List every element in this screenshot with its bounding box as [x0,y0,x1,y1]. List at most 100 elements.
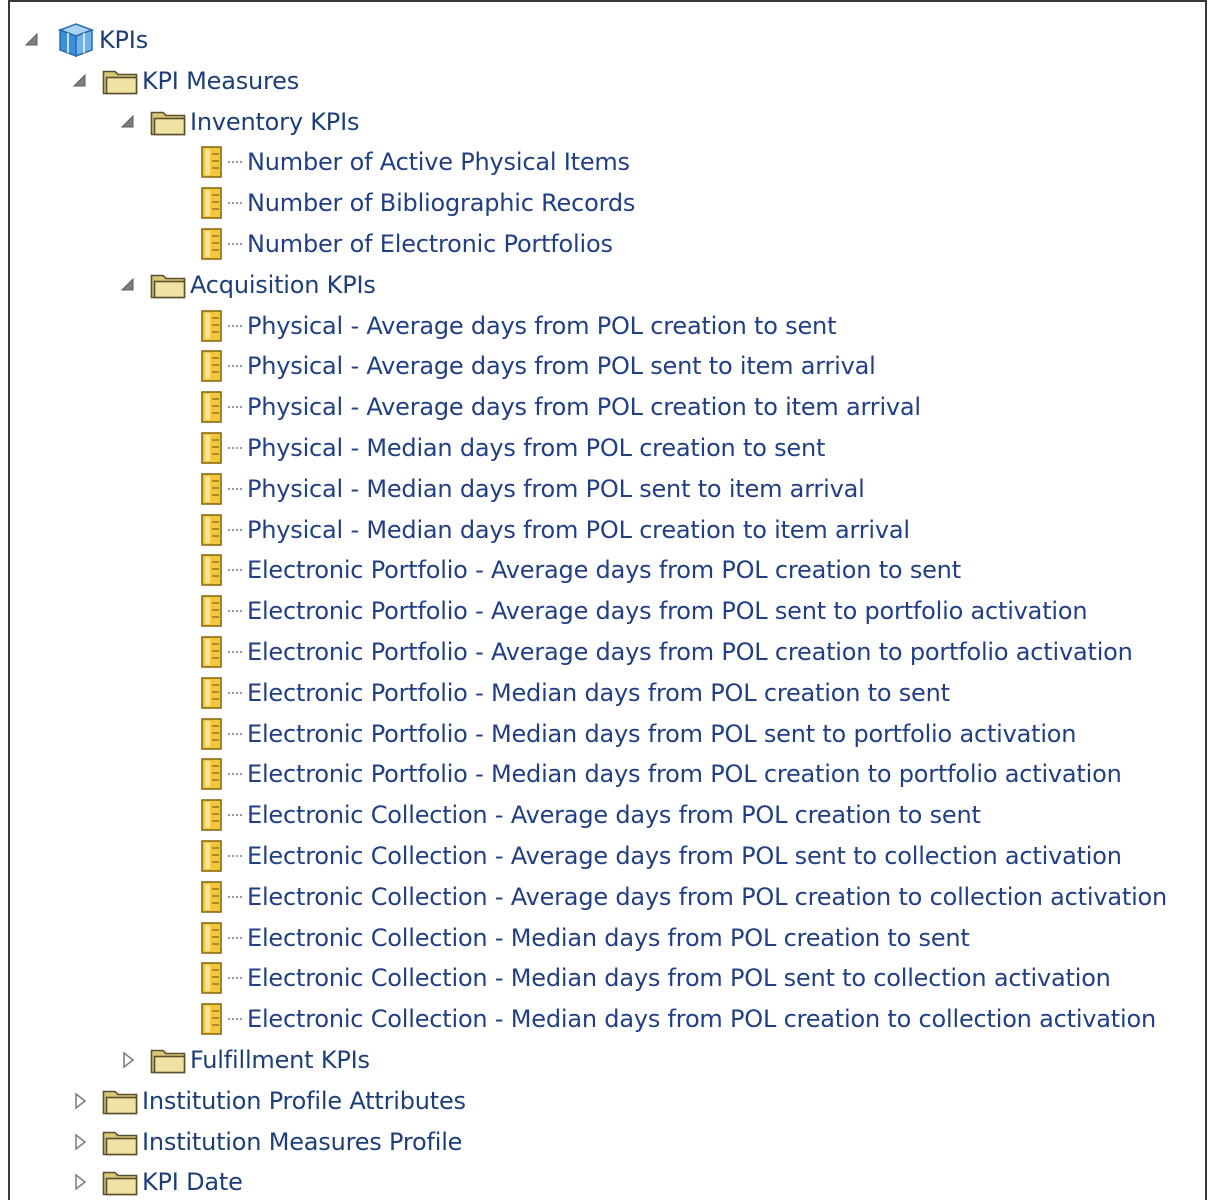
tree-node-kpi-date[interactable]: KPI Date [0,1162,1200,1202]
measure-icon [200,757,226,795]
measure-icon [200,594,226,632]
measure-label: Electronic Portfolio - Median days from … [247,678,950,707]
tree-node-fulfillment-kpis[interactable]: Fulfillment KPIs [0,1040,1200,1080]
measure-icon [200,145,226,183]
measure-item[interactable]: Electronic Portfolio - Median days from … [0,673,1200,713]
measure-icon [200,390,226,428]
folder-icon [150,270,188,304]
measure-icon [200,309,226,347]
measure-label: Electronic Portfolio - Average days from… [247,556,961,585]
measure-icon [200,880,226,918]
tree-connector [228,855,242,857]
tree-node-acquisition-kpis[interactable]: Acquisition KPIs [0,265,1200,305]
measure-item[interactable]: Physical - Average days from POL creatio… [0,306,1200,346]
tree-node-institution-measures-profile[interactable]: Institution Measures Profile [0,1122,1200,1162]
tree-connector [228,161,242,164]
collapse-arrow-icon[interactable] [118,275,138,295]
measure-item[interactable]: Number of Bibliographic Records [0,183,1200,223]
measure-item[interactable]: Number of Active Physical Items [0,142,1200,182]
tree-connector [228,447,242,449]
tree-connector [228,977,242,980]
measure-item[interactable]: Physical - Average days from POL sent to… [0,346,1200,386]
measure-item[interactable]: Number of Electronic Portfolios [0,224,1200,264]
measure-item[interactable]: Electronic Collection - Average days fro… [0,877,1200,917]
tree-connector [228,773,242,776]
measure-icon [200,676,226,714]
measure-item[interactable]: Electronic Collection - Median days from… [0,918,1200,958]
measure-label: Electronic Portfolio - Median days from … [247,719,1077,748]
measure-item[interactable]: Physical - Median days from POL creation… [0,428,1200,468]
measure-label: Electronic Collection - Average days fro… [247,882,1168,911]
tree-connector [228,365,242,368]
expand-arrow-icon[interactable] [118,1050,138,1070]
measure-item[interactable]: Physical - Median days from POL creation… [0,510,1200,550]
tree-connector [228,243,242,245]
measure-icon [200,513,226,551]
tree-node-institution-profile-attributes[interactable]: Institution Profile Attributes [0,1081,1200,1121]
tree-node-kpis[interactable]: KPIs [0,20,1200,60]
measure-item[interactable]: Electronic Portfolio - Median days from … [0,754,1200,794]
measure-item[interactable]: Physical - Median days from POL sent to … [0,469,1200,509]
tree-connector [228,1018,242,1021]
measure-item[interactable]: Electronic Portfolio - Average days from… [0,632,1200,672]
measure-item[interactable]: Electronic Portfolio - Average days from… [0,550,1200,590]
measure-icon [200,186,226,224]
folder-icon [102,1127,140,1161]
tree-connector [228,202,242,205]
tree-node-label: KPI Measures [142,66,300,95]
measure-item[interactable]: Electronic Collection - Median days from… [0,958,1200,998]
measure-label: Physical - Median days from POL creation… [247,434,826,462]
tree-connector [228,406,242,409]
measure-icon [200,227,226,265]
measure-label: Physical - Average days from POL sent to… [247,352,876,381]
expand-arrow-icon[interactable] [70,1091,90,1111]
measure-icon [200,635,226,673]
tree-node-label: Inventory KPIs [190,107,360,136]
tree-connector [228,651,242,653]
measure-icon [200,961,226,999]
measure-icon [200,798,226,836]
measure-label: Electronic Portfolio - Average days from… [247,597,1088,626]
tree-node-label: KPIs [99,26,148,54]
measure-label: Physical - Average days from POL creatio… [247,393,921,422]
folder-icon [150,107,188,141]
tree-node-kpi-measures[interactable]: KPI Measures [0,61,1200,101]
expand-arrow-icon[interactable] [70,1132,90,1152]
expand-arrow-icon[interactable] [70,1172,90,1192]
measure-item[interactable]: Electronic Collection - Average days fro… [0,836,1200,876]
measure-label: Physical - Median days from POL creation… [247,515,910,544]
measure-label: Electronic Collection - Median days from… [247,964,1111,993]
tree-connector [228,732,242,735]
tree-node-label: KPI Date [142,1168,243,1197]
collapse-arrow-icon[interactable] [70,71,90,91]
measure-label: Electronic Portfolio - Median days from … [247,760,1122,789]
tree-connector [228,895,242,898]
measure-item[interactable]: Electronic Collection - Average days fro… [0,795,1200,835]
measure-icon [200,472,226,510]
tree-node-label: Institution Measures Profile [142,1127,463,1156]
measure-item[interactable]: Physical - Average days from POL creatio… [0,387,1200,427]
tree-connector [228,569,242,572]
tree-connector [228,528,242,531]
folder-icon [150,1045,188,1079]
measure-icon [200,553,226,591]
measure-label: Electronic Collection - Average days fro… [247,842,1122,870]
measure-icon [200,717,226,755]
measure-item[interactable]: Electronic Portfolio - Average days from… [0,591,1200,631]
measure-label: Electronic Portfolio - Average days from… [247,638,1133,666]
tree-node-label: Acquisition KPIs [190,270,376,299]
collapse-arrow-icon[interactable] [22,30,42,50]
folder-icon [102,1086,140,1120]
measure-item[interactable]: Electronic Collection - Median days from… [0,999,1200,1039]
cube-icon [56,22,96,62]
folder-icon [102,1167,140,1201]
measure-icon [200,1002,226,1040]
collapse-arrow-icon[interactable] [118,112,138,132]
measure-label: Number of Active Physical Items [247,148,630,177]
tree-node-inventory-kpis[interactable]: Inventory KPIs [0,102,1200,142]
measure-label: Electronic Collection - Average days fro… [247,801,981,830]
tree-node-label: Fulfillment KPIs [190,1046,370,1074]
measure-item[interactable]: Electronic Portfolio - Median days from … [0,714,1200,754]
tree-connector [228,936,242,939]
tree-connector [228,487,242,490]
